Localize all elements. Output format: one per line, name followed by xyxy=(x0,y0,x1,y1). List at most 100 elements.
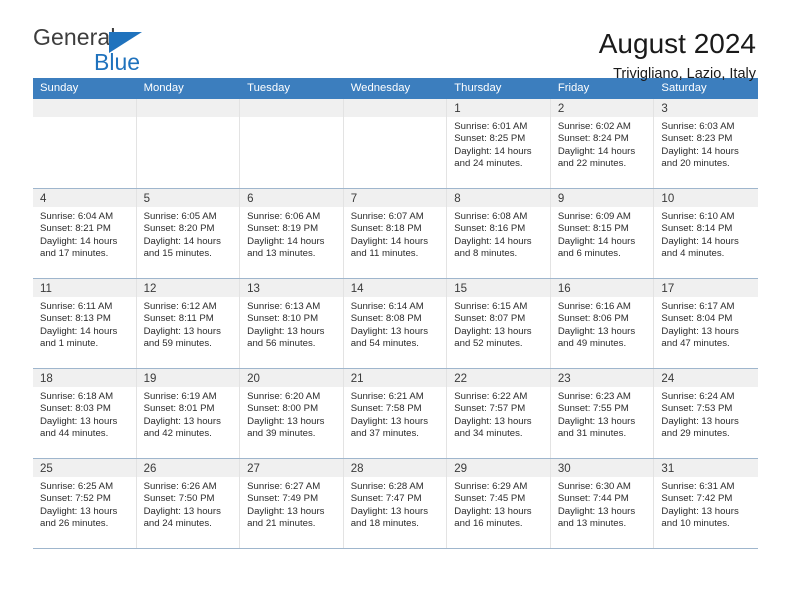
day-sun-info: Sunrise: 6:05 AM Sunset: 8:20 PM Daylight:… xyxy=(137,207,240,261)
day-cell[interactable]: 12 Sunrise: 6:12 AM Sunset: 8:11 PM Dayligh… xyxy=(136,279,241,368)
daylight-text-line2: and 54 minutes. xyxy=(350,338,419,350)
day-cell[interactable]: 14 Sunrise: 6:14 AM Sunset: 8:08 PM Dayligh… xyxy=(343,279,448,368)
daylight-text-line1: Daylight: 13 hours xyxy=(350,415,429,427)
calendar-week-row: 11 Sunrise: 6:11 AM Sunset: 8:13 PM Dayligh… xyxy=(33,279,758,369)
day-cell[interactable]: 26 Sunrise: 6:26 AM Sunset: 7:50 PM Dayligh… xyxy=(136,459,241,548)
daylight-text-line2: and 13 minutes. xyxy=(557,518,627,530)
calendar-week-row: 18 Sunrise: 6:18 AM Sunset: 8:03 PM Dayligh… xyxy=(33,369,758,459)
page-header: General Blue August 2024 Trivigliano, La… xyxy=(0,0,792,83)
day-cell[interactable]: 1 Sunrise: 6:01 AM Sunset: 8:25 PM Daylight… xyxy=(447,99,551,188)
day-cell[interactable]: 5 Sunrise: 6:05 AM Sunset: 8:20 PM Daylight… xyxy=(136,189,241,278)
sunrise-text: Sunrise: 6:24 AM xyxy=(661,391,735,402)
daylight-text-line1: Daylight: 13 hours xyxy=(247,505,325,517)
day-number: 4 xyxy=(40,193,47,205)
day-cell[interactable]: 19 Sunrise: 6:19 AM Sunset: 8:01 PM Dayligh… xyxy=(136,369,241,458)
day-cell[interactable]: 16 Sunrise: 6:16 AM Sunset: 8:06 PM Dayligh… xyxy=(550,279,655,368)
day-number: 19 xyxy=(143,373,157,385)
weekday-sunday: Sunday xyxy=(40,82,79,94)
day-cell[interactable]: 13 Sunrise: 6:13 AM Sunset: 8:10 PM Dayligh… xyxy=(240,279,344,368)
sunrise-text: Sunrise: 6:20 AM xyxy=(247,391,321,402)
sunrise-text: Sunrise: 6:31 AM xyxy=(661,481,735,492)
day-number-strip: 26 xyxy=(136,459,240,477)
day-cell[interactable]: 10 Sunrise: 6:10 AM Sunset: 8:14 PM Dayligh… xyxy=(654,189,758,278)
day-number-strip: 3 xyxy=(654,99,758,117)
day-sun-info: Sunrise: 6:22 AM Sunset: 7:57 PM Daylight:… xyxy=(447,387,550,441)
day-number-strip xyxy=(240,99,343,117)
daylight-text-line1: Daylight: 13 hours xyxy=(557,325,636,337)
sunrise-text: Sunrise: 6:08 AM xyxy=(454,211,528,222)
day-cell[interactable]: 22 Sunrise: 6:22 AM Sunset: 7:57 PM Dayligh… xyxy=(447,369,551,458)
day-cell[interactable]: 25 Sunrise: 6:25 AM Sunset: 7:52 PM Dayligh… xyxy=(33,459,137,548)
day-cell[interactable]: 4 Sunrise: 6:04 AM Sunset: 8:21 PM Daylight… xyxy=(33,189,137,278)
day-sun-info: Sunrise: 6:04 AM Sunset: 8:21 PM Daylight:… xyxy=(33,207,136,261)
day-cell[interactable]: 9 Sunrise: 6:09 AM Sunset: 8:15 PM Daylight… xyxy=(550,189,655,278)
sunrise-text: Sunrise: 6:06 AM xyxy=(247,211,321,222)
day-cell[interactable]: 31 Sunrise: 6:31 AM Sunset: 7:42 PM Dayligh… xyxy=(654,459,758,548)
sunset-text: Sunset: 8:03 PM xyxy=(40,403,111,415)
daylight-text-line1: Daylight: 13 hours xyxy=(350,505,429,517)
weekday-header-row: Sunday Monday Tuesday Wednesday Thursday… xyxy=(33,78,758,99)
day-cell[interactable]: 17 Sunrise: 6:17 AM Sunset: 8:04 PM Dayligh… xyxy=(654,279,758,368)
sunrise-text: Sunrise: 6:05 AM xyxy=(143,211,217,222)
day-cell[interactable]: 27 Sunrise: 6:27 AM Sunset: 7:49 PM Dayligh… xyxy=(240,459,344,548)
weekday-friday: Friday xyxy=(557,82,590,94)
daylight-text-line1: Daylight: 14 hours xyxy=(661,145,739,157)
day-cell[interactable]: 11 Sunrise: 6:11 AM Sunset: 8:13 PM Dayligh… xyxy=(33,279,137,368)
day-cell[interactable]: 6 Sunrise: 6:06 AM Sunset: 8:19 PM Daylight… xyxy=(240,189,344,278)
sunset-text: Sunset: 8:01 PM xyxy=(143,403,215,415)
general-blue-logo[interactable]: General Blue xyxy=(33,26,173,78)
sunrise-text: Sunrise: 6:25 AM xyxy=(40,481,114,492)
sunrise-text: Sunrise: 6:22 AM xyxy=(454,391,528,402)
sunrise-text: Sunrise: 6:28 AM xyxy=(350,481,424,492)
title-block: August 2024 Trivigliano, Lazio, Italy xyxy=(599,26,756,84)
day-number: 24 xyxy=(661,373,675,385)
day-sun-info: Sunrise: 6:27 AM Sunset: 7:49 PM Daylight:… xyxy=(240,477,343,531)
day-sun-info: Sunrise: 6:25 AM Sunset: 7:52 PM Daylight:… xyxy=(33,477,136,531)
day-cell[interactable]: 29 Sunrise: 6:29 AM Sunset: 7:45 PM Dayligh… xyxy=(447,459,551,548)
day-sun-info: Sunrise: 6:19 AM Sunset: 8:01 PM Daylight:… xyxy=(137,387,240,441)
sunset-text: Sunset: 7:55 PM xyxy=(557,403,629,415)
day-cell[interactable]: 7 Sunrise: 6:07 AM Sunset: 8:18 PM Daylight… xyxy=(343,189,448,278)
day-number: 15 xyxy=(454,283,468,295)
sunset-text: Sunset: 8:16 PM xyxy=(454,223,526,235)
day-cell[interactable]: 23 Sunrise: 6:23 AM Sunset: 7:55 PM Dayligh… xyxy=(550,369,655,458)
day-number: 14 xyxy=(350,283,364,295)
daylight-text-line1: Daylight: 14 hours xyxy=(247,235,325,247)
daylight-text-line2: and 18 minutes. xyxy=(350,518,419,530)
day-cell[interactable]: 24 Sunrise: 6:24 AM Sunset: 7:53 PM Dayligh… xyxy=(654,369,758,458)
day-number-strip: 9 xyxy=(550,189,654,207)
daylight-text-line2: and 16 minutes. xyxy=(454,518,523,530)
day-cell[interactable]: 15 Sunrise: 6:15 AM Sunset: 8:07 PM Dayligh… xyxy=(447,279,551,368)
daylight-text-line2: and 56 minutes. xyxy=(247,338,316,350)
daylight-text-line2: and 42 minutes. xyxy=(143,428,212,440)
day-cell[interactable]: 8 Sunrise: 6:08 AM Sunset: 8:16 PM Daylight… xyxy=(447,189,551,278)
day-cell[interactable]: 30 Sunrise: 6:30 AM Sunset: 7:44 PM Dayligh… xyxy=(550,459,655,548)
day-sun-info: Sunrise: 6:13 AM Sunset: 8:10 PM Daylight:… xyxy=(240,297,343,351)
day-cell[interactable]: 21 Sunrise: 6:21 AM Sunset: 7:58 PM Dayligh… xyxy=(343,369,448,458)
logo-text-general: General xyxy=(33,24,116,50)
sunrise-text: Sunrise: 6:23 AM xyxy=(557,391,631,402)
day-number-strip: 25 xyxy=(33,459,136,477)
sunrise-text: Sunrise: 6:14 AM xyxy=(350,301,424,312)
sunset-text: Sunset: 8:04 PM xyxy=(661,313,733,325)
day-number-strip: 16 xyxy=(550,279,654,297)
day-cell[interactable]: 3 Sunrise: 6:03 AM Sunset: 8:23 PM Daylight… xyxy=(654,99,758,188)
day-number-strip: 1 xyxy=(447,99,550,117)
sunset-text: Sunset: 8:20 PM xyxy=(143,223,215,235)
sunset-text: Sunset: 8:00 PM xyxy=(247,403,319,415)
day-cell[interactable]: 2 Sunrise: 6:02 AM Sunset: 8:24 PM Daylight… xyxy=(550,99,655,188)
day-cell[interactable]: 20 Sunrise: 6:20 AM Sunset: 8:00 PM Dayligh… xyxy=(240,369,344,458)
day-cell[interactable]: 28 Sunrise: 6:28 AM Sunset: 7:47 PM Dayligh… xyxy=(343,459,448,548)
day-cell[interactable]: 18 Sunrise: 6:18 AM Sunset: 8:03 PM Dayligh… xyxy=(33,369,137,458)
day-number: 11 xyxy=(40,283,52,295)
day-number: 6 xyxy=(247,193,254,205)
day-sun-info: Sunrise: 6:28 AM Sunset: 7:47 PM Daylight:… xyxy=(344,477,447,531)
day-number-strip: 8 xyxy=(447,189,550,207)
day-number: 28 xyxy=(350,463,364,475)
day-number-strip: 4 xyxy=(33,189,136,207)
day-sun-info: Sunrise: 6:30 AM Sunset: 7:44 PM Daylight:… xyxy=(551,477,654,531)
day-sun-info: Sunrise: 6:17 AM Sunset: 8:04 PM Daylight:… xyxy=(654,297,758,351)
sunrise-text: Sunrise: 6:03 AM xyxy=(661,121,735,132)
day-cell-empty xyxy=(33,99,137,188)
daylight-text-line1: Daylight: 13 hours xyxy=(661,415,739,427)
